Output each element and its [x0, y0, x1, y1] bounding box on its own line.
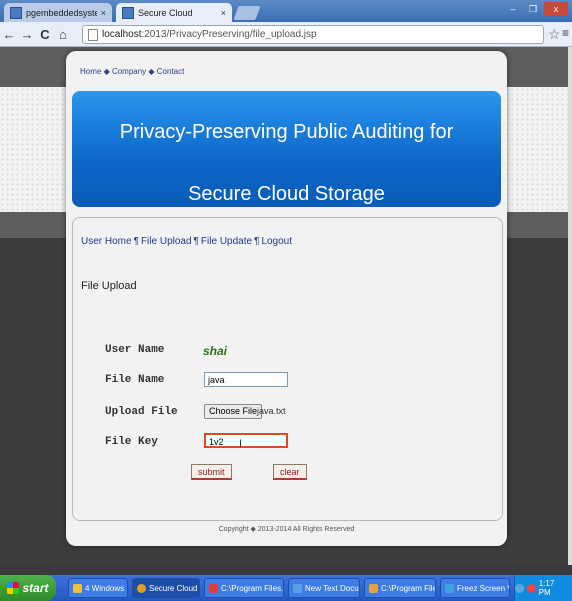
notepad-icon: [293, 583, 302, 593]
folder-icon: [73, 583, 82, 593]
user-menu: User Home ¶ File Upload ¶ File Update ¶ …: [81, 236, 292, 247]
user-name-label: User Name: [105, 344, 165, 356]
file-key-label: File Key: [105, 436, 158, 448]
page-favicon-icon: [10, 6, 22, 19]
content-panel: User Home ¶ File Upload ¶ File Update ¶ …: [72, 217, 503, 521]
tab-label: pgembeddedsystems.com/in: [26, 7, 97, 18]
upload-file-label: Upload File: [105, 406, 178, 418]
main-card: Home ◆ Company ◆ Contact Privacy-Preserv…: [66, 51, 507, 546]
header-banner: Privacy-Preserving Public Auditing for S…: [72, 91, 501, 207]
page-viewport: Home ◆ Company ◆ Contact Privacy-Preserv…: [0, 47, 568, 565]
start-label: start: [22, 581, 49, 595]
tab-close-icon[interactable]: ×: [101, 8, 106, 18]
menu-user-home[interactable]: User Home: [81, 236, 132, 247]
text-cursor-icon: I: [239, 438, 243, 450]
taskbar-item-browser[interactable]: Secure Cloud - ...: [132, 578, 200, 598]
app-icon: [369, 583, 378, 593]
home-button[interactable]: ⌂: [54, 27, 72, 42]
browser-icon: [137, 583, 146, 593]
menu-file-upload[interactable]: File Upload: [141, 236, 192, 247]
clear-button[interactable]: clear: [273, 464, 307, 480]
taskbar-item-explorer[interactable]: 4 Windows Ex...: [68, 578, 128, 598]
forward-button[interactable]: →: [18, 27, 36, 42]
windows-taskbar: start 4 Windows Ex... Secure Cloud - ...…: [0, 575, 572, 601]
url-path: :2013/PrivacyPreserving/file_upload.jsp: [141, 29, 317, 40]
menu-logout[interactable]: Logout: [261, 236, 292, 247]
taskbar-item-notepad[interactable]: New Text Docu...: [288, 578, 360, 598]
wrench-menu-icon[interactable]: ≡: [562, 26, 569, 40]
page-favicon-icon: [122, 6, 134, 19]
minimize-button[interactable]: –: [504, 2, 522, 16]
task-label: C:\Program Files...: [221, 583, 284, 593]
browser-toolbar: ← → C ⌂ localhost:2013/PrivacyPreserving…: [0, 22, 572, 47]
taskbar-item-program-files-1[interactable]: C:\Program Files...: [204, 578, 284, 598]
address-bar[interactable]: localhost:2013/PrivacyPreserving/file_up…: [82, 25, 544, 44]
reload-button[interactable]: C: [36, 27, 54, 42]
tab-label: Secure Cloud: [138, 7, 193, 18]
windows-flag-icon: [7, 582, 20, 594]
tab-close-icon[interactable]: ×: [221, 8, 226, 18]
task-label: Freez Screen Vid...: [457, 583, 509, 593]
section-title: File Upload: [81, 280, 137, 292]
taskbar-item-program-files-2[interactable]: C:\Program Files...: [364, 578, 436, 598]
page-scrollbar[interactable]: [568, 47, 572, 565]
file-name-label: File Name: [105, 374, 165, 386]
new-tab-button[interactable]: [233, 6, 261, 20]
browser-titlebar: pgembeddedsystems.com/in × Secure Cloud …: [0, 0, 572, 22]
system-tray: 1:17 PM: [514, 575, 572, 601]
security-icon[interactable]: [526, 583, 536, 593]
taskbar-item-screen-recorder[interactable]: Freez Screen Vid...: [440, 578, 510, 598]
menu-separator: ¶: [193, 236, 199, 247]
user-name-value: shai: [203, 344, 228, 358]
recorder-icon: [445, 583, 454, 593]
submit-button[interactable]: submit: [191, 464, 232, 480]
task-label: C:\Program Files...: [381, 583, 436, 593]
bookmark-star-icon[interactable]: ☆: [548, 26, 561, 43]
task-label: 4 Windows Ex...: [85, 583, 127, 593]
task-label: New Text Docu...: [305, 583, 360, 593]
file-name-input[interactable]: java: [204, 372, 288, 387]
task-label: Secure Cloud - ...: [149, 583, 199, 593]
network-icon[interactable]: [515, 583, 524, 593]
menu-separator: ¶: [254, 236, 260, 247]
window-controls: – ❐ x: [504, 2, 568, 16]
restore-button[interactable]: ❐: [524, 2, 542, 16]
start-button[interactable]: start: [0, 575, 56, 601]
url-host: localhost: [102, 29, 142, 40]
file-key-input[interactable]: 1v2: [204, 433, 288, 448]
menu-file-update[interactable]: File Update: [201, 236, 252, 247]
menu-separator: ¶: [133, 236, 139, 247]
page-icon: [88, 28, 98, 41]
back-button[interactable]: ←: [0, 27, 18, 42]
banner-title-line2: Secure Cloud Storage: [188, 183, 385, 205]
clock[interactable]: 1:17 PM: [539, 579, 568, 597]
page-footer: Copyright ◆ 2013-2014 All Rights Reserve…: [218, 526, 355, 533]
choose-file-button[interactable]: Choose File: [204, 404, 263, 419]
top-nav[interactable]: Home ◆ Company ◆ Contact: [80, 67, 184, 76]
close-window-button[interactable]: x: [544, 2, 568, 16]
chosen-file-name: java.txt: [257, 406, 286, 416]
tab-pgembedded[interactable]: pgembeddedsystems.com/in ×: [4, 3, 112, 22]
tab-secure-cloud[interactable]: Secure Cloud ×: [116, 3, 232, 22]
banner-title-line1: Privacy-Preserving Public Auditing for: [119, 121, 454, 143]
app-icon: [209, 583, 218, 593]
